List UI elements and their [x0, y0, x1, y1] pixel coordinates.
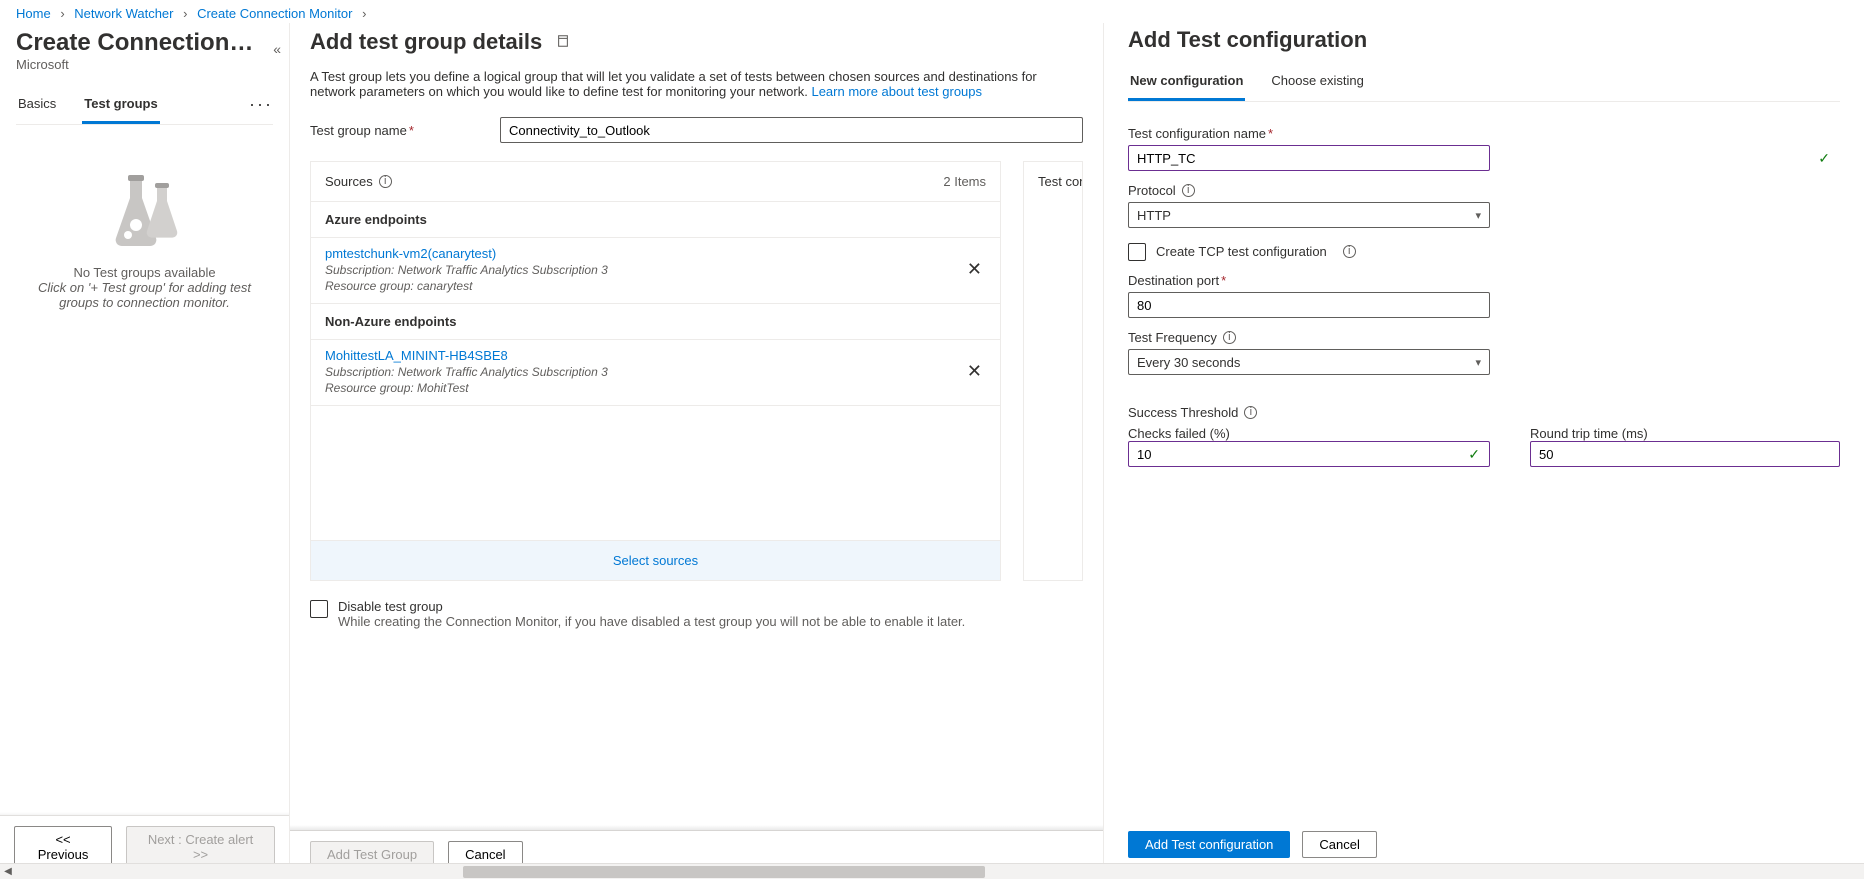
frequency-value: Every 30 seconds	[1137, 355, 1240, 370]
right-tabs: New configuration Choose existing	[1128, 67, 1840, 102]
more-menu-icon[interactable]: ···	[249, 90, 273, 124]
valid-check-icon: ✓	[1818, 150, 1830, 167]
tab-test-groups[interactable]: Test groups	[82, 90, 159, 124]
sources-label: Sources	[325, 174, 373, 189]
empty-desc-2: groups to connection monitor.	[16, 295, 273, 310]
empty-desc-1: Click on '+ Test group' for adding test	[16, 280, 273, 295]
intro-text: A Test group lets you define a logical g…	[310, 69, 1083, 99]
right-title: Add Test configuration	[1128, 27, 1840, 53]
tab-new-configuration[interactable]: New configuration	[1128, 67, 1245, 101]
mid-pane: Add test group details A Test group lets…	[290, 23, 1104, 878]
endpoint-name-link[interactable]: MohittestLA_MININT-HB4SBE8	[325, 348, 963, 363]
port-input[interactable]	[1128, 292, 1490, 318]
info-icon[interactable]: i	[1343, 245, 1356, 258]
rtt-label: Round trip time (ms)	[1530, 426, 1840, 441]
beakers-icon	[95, 175, 195, 255]
breadcrumb-home[interactable]: Home	[16, 6, 51, 21]
threshold-section-label: Success Threshold i	[1128, 405, 1840, 420]
breadcrumb: Home › Network Watcher › Create Connecti…	[0, 0, 1864, 23]
select-sources-button[interactable]: Select sources	[311, 540, 1000, 580]
tab-basics[interactable]: Basics	[16, 90, 58, 124]
rtt-input[interactable]	[1530, 441, 1840, 467]
endpoint-sub: Subscription: Network Traffic Analytics …	[325, 365, 963, 379]
app-layout: Create Connection… « Microsoft Basics Te…	[0, 23, 1864, 878]
chevron-down-icon: ▾	[1475, 356, 1481, 369]
azure-endpoints-head: Azure endpoints	[311, 202, 1000, 238]
disable-group-label: Disable test group	[338, 599, 965, 614]
port-label: Destination port*	[1128, 273, 1840, 288]
sources-panel: Sources i 2 Items Azure endpoints pmtest…	[310, 161, 1001, 581]
group-name-label: Test group name*	[310, 123, 500, 138]
nonazure-endpoints-head: Non-Azure endpoints	[311, 304, 1000, 340]
frequency-select[interactable]: Every 30 seconds ▾	[1128, 349, 1490, 375]
endpoint-row: pmtestchunk-vm2(canarytest) Subscription…	[311, 238, 1000, 304]
protocol-value: HTTP	[1137, 208, 1171, 223]
group-name-input[interactable]	[500, 117, 1083, 143]
right-form: Test configuration name* ✓ Protocol i HT…	[1128, 102, 1840, 817]
empty-title: No Test groups available	[16, 265, 273, 280]
info-icon[interactable]: i	[1182, 184, 1195, 197]
scroll-left-icon[interactable]: ◀	[0, 866, 16, 877]
config-name-label: Test configuration name*	[1128, 126, 1840, 141]
test-configurations-panel: Test configurations	[1023, 161, 1083, 581]
chevron-right-icon: ›	[183, 6, 187, 21]
breadcrumb-network-watcher[interactable]: Network Watcher	[74, 6, 173, 21]
info-icon[interactable]: i	[379, 175, 392, 188]
org-name: Microsoft	[16, 57, 273, 72]
frequency-label: Test Frequency i	[1128, 330, 1840, 345]
info-icon[interactable]: i	[1244, 406, 1257, 419]
endpoint-rg: Resource group: canarytest	[325, 279, 963, 293]
endpoint-sub: Subscription: Network Traffic Analytics …	[325, 263, 963, 277]
sources-count: 2 Items	[943, 174, 986, 189]
horizontal-scrollbar[interactable]: ◀	[0, 863, 1864, 879]
learn-more-link[interactable]: Learn more about test groups	[811, 84, 982, 99]
valid-check-icon: ✓	[1468, 446, 1480, 463]
remove-endpoint-icon[interactable]: ✕	[963, 255, 986, 284]
endpoint-rg: Resource group: MohitTest	[325, 381, 963, 395]
breadcrumb-create-cm[interactable]: Create Connection Monitor	[197, 6, 352, 21]
disable-group-desc: While creating the Connection Monitor, i…	[338, 614, 965, 629]
collapse-pane-icon[interactable]: «	[273, 41, 281, 57]
empty-state: No Test groups available Click on '+ Tes…	[16, 175, 273, 310]
create-tcp-label: Create TCP test configuration	[1156, 244, 1327, 259]
config-name-input[interactable]	[1128, 145, 1490, 171]
test-conf-label: Test configurations	[1038, 174, 1068, 189]
chevron-down-icon: ▾	[1475, 209, 1481, 222]
next-button[interactable]: Next : Create alert >>	[126, 826, 275, 868]
info-icon[interactable]: i	[1223, 331, 1236, 344]
endpoint-row: MohittestLA_MININT-HB4SBE8 Subscription:…	[311, 340, 1000, 406]
previous-button[interactable]: << Previous	[14, 826, 112, 868]
checks-failed-input[interactable]	[1128, 441, 1490, 467]
add-test-config-button[interactable]: Add Test configuration	[1128, 831, 1290, 858]
chevron-right-icon: ›	[362, 6, 366, 21]
pin-icon[interactable]	[556, 34, 570, 51]
page-title: Create Connection…	[16, 29, 273, 57]
checks-failed-label: Checks failed (%)	[1128, 426, 1490, 441]
chevron-right-icon: ›	[60, 6, 64, 21]
protocol-label: Protocol i	[1128, 183, 1840, 198]
remove-endpoint-icon[interactable]: ✕	[963, 357, 986, 386]
right-pane: Add Test configuration New configuration…	[1104, 23, 1864, 878]
left-tabs: Basics Test groups ···	[16, 90, 273, 125]
create-tcp-checkbox[interactable]	[1128, 243, 1146, 261]
mid-title: Add test group details	[310, 29, 542, 55]
scroll-thumb[interactable]	[463, 866, 985, 878]
disable-group-checkbox[interactable]	[310, 600, 328, 618]
endpoint-name-link[interactable]: pmtestchunk-vm2(canarytest)	[325, 246, 963, 261]
tab-choose-existing[interactable]: Choose existing	[1269, 67, 1366, 101]
cancel-button[interactable]: Cancel	[1302, 831, 1376, 858]
left-pane: Create Connection… « Microsoft Basics Te…	[0, 23, 290, 878]
protocol-select[interactable]: HTTP ▾	[1128, 202, 1490, 228]
